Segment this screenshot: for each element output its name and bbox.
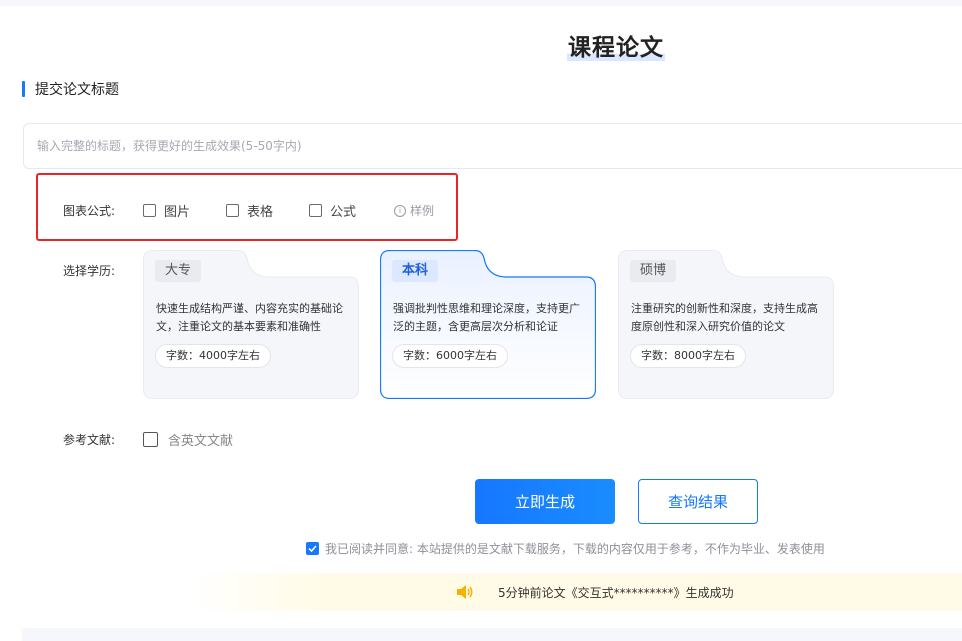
card-tag: 大专 — [155, 260, 202, 282]
title-input[interactable] — [24, 124, 962, 168]
card-tag: 本科 — [392, 260, 439, 282]
section-header: 提交论文标题 — [22, 80, 119, 98]
page-title-text: 课程论文 — [567, 35, 665, 61]
card-description: 强调批判性思维和理论深度，支持更广泛的主题，含更高层次分析和论证 — [393, 302, 580, 333]
card-tag: 硕博 — [630, 260, 677, 282]
title-input-container — [23, 123, 962, 169]
card-word-count: 字数：4000字左右 — [155, 344, 271, 368]
english-references-label: 含英文文献 — [168, 434, 234, 449]
agreement: 我已阅读并同意: 本站提供的是文献下载服务，下载的内容仅用于参考，不作为毕业、发… — [306, 540, 825, 557]
education-card-bachelor[interactable]: 本科 强调批判性思维和理论深度，支持更广泛的主题，含更高层次分析和论证 字数：6… — [380, 250, 596, 399]
english-references-checkbox[interactable] — [143, 432, 158, 447]
card-word-count: 字数：8000字左右 — [630, 344, 746, 368]
sample-link-label: 样例 — [410, 204, 435, 218]
generate-button[interactable]: 立即生成 — [475, 479, 615, 524]
speaker-icon — [457, 585, 473, 599]
references-label: 参考文献: — [63, 433, 116, 447]
chart-options-label: 图表公式: — [63, 204, 116, 218]
check-icon — [308, 545, 317, 553]
formula-option-label: 公式 — [330, 205, 357, 220]
notice-bar: 5分钟前论文《交互式**********》生成成功 — [190, 573, 962, 611]
agreement-text: 我已阅读并同意: 本站提供的是文献下载服务，下载的内容仅用于参考，不作为毕业、发… — [325, 542, 825, 556]
education-card-junior-college[interactable]: 大专 快速生成结构严谨、内容充实的基础论文，注重论文的基本要素和准确性 字数：4… — [143, 250, 359, 399]
notice-message: 5分钟前论文《交互式**********》生成成功 — [498, 586, 734, 600]
card-word-count: 字数：6000字左右 — [392, 344, 508, 368]
table-option[interactable]: 表格 — [226, 201, 273, 220]
card-description: 快速生成结构严谨、内容充实的基础论文，注重论文的基本要素和准确性 — [156, 302, 343, 333]
english-references-option[interactable]: 含英文文献 — [143, 430, 233, 449]
image-option[interactable]: 图片 — [143, 201, 190, 220]
info-icon: i — [394, 204, 406, 217]
formula-option[interactable]: 公式 — [309, 201, 356, 220]
query-results-button[interactable]: 查询结果 — [638, 479, 758, 524]
education-label: 选择学历: — [63, 264, 116, 278]
section-accent-bar — [22, 81, 25, 97]
image-checkbox[interactable] — [143, 204, 156, 217]
education-card-master-doctor[interactable]: 硕博 注重研究的创新性和深度，支持生成高度原创性和深入研究价值的论文 字数：80… — [618, 250, 834, 399]
image-option-label: 图片 — [164, 205, 191, 220]
formula-checkbox[interactable] — [309, 204, 322, 217]
table-checkbox[interactable] — [226, 204, 239, 217]
bottom-strip — [22, 628, 962, 641]
page-title: 课程论文 — [0, 28, 962, 62]
table-option-label: 表格 — [247, 205, 274, 220]
top-strip — [0, 0, 962, 6]
agreement-checkbox[interactable] — [306, 542, 319, 555]
sample-link[interactable]: i 样例 — [394, 202, 434, 219]
section-title: 提交论文标题 — [35, 82, 119, 98]
card-description: 注重研究的创新性和深度，支持生成高度原创性和深入研究价值的论文 — [631, 302, 818, 333]
